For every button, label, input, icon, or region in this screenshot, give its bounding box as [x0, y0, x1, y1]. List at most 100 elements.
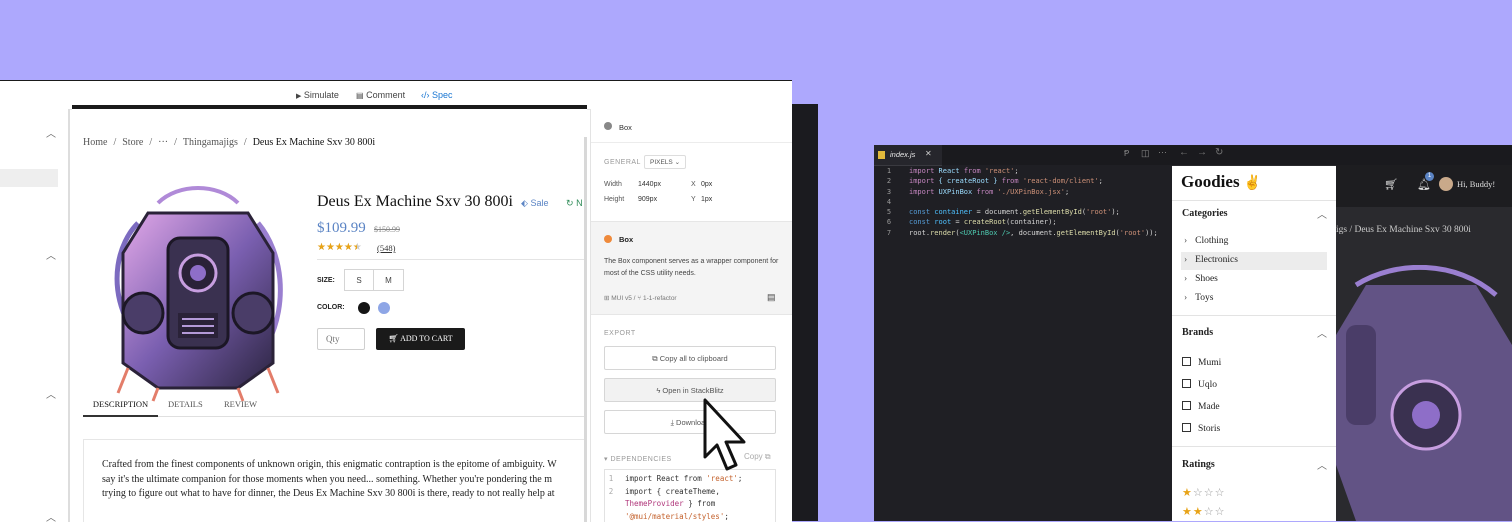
back-icon[interactable]: ←	[1179, 147, 1189, 158]
brand-label: Uqlo	[1198, 380, 1217, 390]
x-value: 0px	[701, 181, 712, 188]
checkbox-icon	[1182, 379, 1191, 388]
rating-filter[interactable]: ★☆☆☆	[1182, 486, 1226, 499]
chevron-right-icon: ›	[1184, 236, 1187, 246]
code-line: '@mui/material/styles';	[605, 511, 742, 522]
dependencies-toggle[interactable]: ▾ DEPENDENCIES	[604, 455, 672, 463]
add-to-cart-button[interactable]: 🛒︎ ADD TO CART	[376, 328, 465, 350]
download-button[interactable]: ⤓ Download	[604, 410, 776, 434]
breadcrumb-item[interactable]: Deus Ex Machine Sxv 30 800i	[253, 137, 376, 148]
forward-icon[interactable]: →	[1197, 147, 1207, 158]
tab-description[interactable]: DESCRIPTION	[83, 394, 158, 417]
canvas-edge	[72, 105, 587, 109]
star-filled-icon: ★	[1193, 506, 1204, 518]
chevron-up-icon[interactable]: ︿	[1317, 457, 1327, 472]
docs-icon[interactable]: ▤	[767, 292, 776, 303]
brand-label: Storis	[1198, 424, 1220, 434]
code-token: const	[909, 208, 934, 216]
more-icon[interactable]: ···	[1158, 147, 1167, 157]
brands-heading: Brands	[1182, 327, 1213, 338]
rating-filter[interactable]: ★★☆☆	[1182, 505, 1226, 518]
prototype-window: ▶ Simulate ▤ Comment ‹/› Spec ︿ ︿ ︿ ︿ Ho…	[0, 80, 792, 522]
divider	[1172, 315, 1336, 316]
category-label: Toys	[1195, 293, 1213, 303]
brand-checkbox[interactable]: Mumi	[1182, 357, 1221, 368]
file-tab[interactable]: index.js ✕	[874, 145, 942, 166]
new-badge: ↻ N	[566, 198, 583, 209]
info-description: The Box component serves as a wrapper co…	[604, 256, 779, 280]
spec-panel: Box GENERAL PIXELS ⌄ Width 1440px X 0px …	[590, 109, 792, 522]
breadcrumb-item[interactable]: ···	[158, 137, 168, 148]
brand-checkbox[interactable]: Uqlo	[1182, 379, 1217, 390]
code-token: import	[909, 188, 939, 196]
code-token: UXPinBox	[939, 188, 977, 196]
breadcrumb-item[interactable]: Thingamajigs	[183, 137, 238, 148]
size-option-s[interactable]: S	[344, 269, 374, 291]
tab-review[interactable]: REVIEW	[224, 394, 257, 414]
category-item[interactable]: ›Electronics	[1184, 255, 1238, 265]
peace-hand-icon: ✌	[1244, 176, 1261, 191]
code-token: from	[964, 167, 985, 175]
chevron-up-icon[interactable]: ︿	[46, 247, 56, 262]
breadcrumb-item[interactable]: Home	[83, 137, 107, 148]
code-token: ;	[1099, 177, 1103, 185]
code-token: React	[657, 474, 680, 483]
divider	[1172, 200, 1336, 201]
cursor-icon	[700, 397, 750, 473]
chevron-up-icon[interactable]: ︿	[1317, 325, 1327, 340]
chevron-up-icon[interactable]: ︿	[1317, 206, 1327, 221]
height-label: Height	[604, 196, 624, 203]
code-token: ;	[1065, 188, 1069, 196]
brand-label: Made	[1198, 402, 1220, 412]
scrollbar[interactable]	[584, 137, 587, 522]
copy-all-button[interactable]: ⧉ Copy all to clipboard	[604, 346, 776, 370]
units-select[interactable]: PIXELS ⌄	[644, 155, 686, 169]
breadcrumb-item[interactable]: Store	[122, 137, 143, 148]
chevron-up-icon[interactable]: ︿	[46, 509, 56, 522]
line-number: 2	[874, 176, 904, 186]
code-token: =	[951, 218, 964, 226]
spec-tab[interactable]: ‹/› Spec	[421, 90, 453, 100]
simulate-tab[interactable]: ▶ Simulate	[296, 90, 339, 100]
goodies-logo[interactable]: Goodies ✌	[1181, 172, 1261, 192]
code-token: 'root'	[1120, 229, 1145, 237]
preview-icon[interactable]: Ᵽ	[1124, 149, 1129, 158]
code-line: 7root.render(<UXPinBox />, document.getE…	[874, 228, 1172, 238]
qty-input[interactable]	[317, 328, 365, 350]
code-token: = document.	[972, 208, 1023, 216]
code-token: from	[976, 188, 997, 196]
code-line: 5const container = document.getElementBy…	[874, 207, 1172, 217]
category-item[interactable]: ›Clothing	[1184, 236, 1228, 246]
brand-checkbox[interactable]: Storis	[1182, 423, 1220, 434]
open-stackblitz-button[interactable]: ϟ Open in StackBlitz	[604, 378, 776, 402]
chevron-up-icon[interactable]: ︿	[46, 125, 56, 140]
reload-icon[interactable]: ↻	[1215, 147, 1223, 158]
code-token: render	[930, 229, 955, 237]
left-panel-selected-row[interactable]	[0, 169, 58, 187]
split-view-icon[interactable]: ◫	[1141, 148, 1150, 159]
width-label: Width	[604, 181, 622, 188]
avatar[interactable]	[1439, 177, 1453, 191]
chevron-up-icon[interactable]: ︿	[46, 386, 56, 401]
category-item[interactable]: ›Shoes	[1184, 274, 1218, 284]
cart-icon[interactable]: 🛒︎	[1384, 178, 1398, 191]
review-count-link[interactable]: (548)	[377, 243, 395, 253]
size-option-m[interactable]: M	[374, 269, 404, 291]
breadcrumb-separator: /	[174, 137, 177, 148]
code-token: createRoot	[964, 218, 1006, 226]
brand-checkbox[interactable]: Made	[1182, 401, 1220, 412]
categories-heading: Categories	[1182, 208, 1228, 219]
code-token: import	[909, 177, 939, 185]
color-swatch-blue[interactable]	[378, 302, 390, 314]
category-item[interactable]: ›Toys	[1184, 293, 1214, 303]
color-swatch-black[interactable]	[358, 302, 370, 314]
code-area[interactable]: 1import React from 'react';2import { cre…	[874, 166, 1172, 238]
code-token: const	[909, 218, 934, 226]
user-greeting[interactable]: Hi, Buddy!	[1457, 179, 1495, 189]
code-line: 1import React from 'react';	[874, 166, 1172, 176]
tab-details[interactable]: DETAILS	[168, 394, 203, 414]
size-options: S M	[344, 269, 404, 291]
close-icon[interactable]: ✕	[925, 149, 932, 158]
star-filled-icon: ★	[1182, 487, 1193, 499]
comment-tab[interactable]: ▤ Comment	[356, 90, 405, 100]
